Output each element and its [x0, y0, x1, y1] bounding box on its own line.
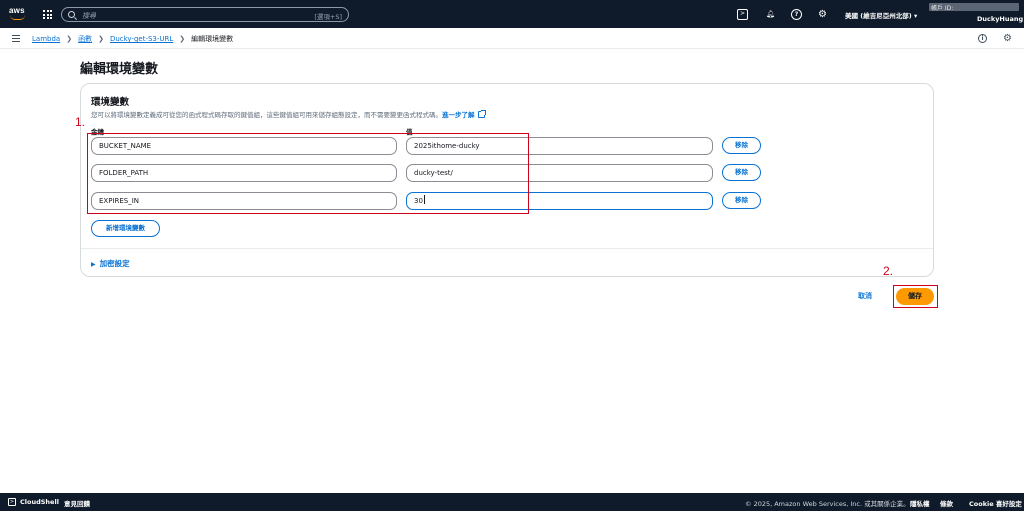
external-link-icon — [477, 110, 486, 118]
encryption-settings-label: 加密設定 — [99, 259, 130, 268]
top-navigation: aws 搜尋 [選項+S] > 🔔︎ ? ⚙ 美國 (維吉尼亞州北部) ▾ 帳戶… — [0, 0, 1024, 28]
chevron-right-icon: ❯ — [98, 35, 104, 43]
search-shortcut: [選項+S] — [314, 13, 342, 21]
panel-description: 您可以將環境變數定義成可從您的函式程式碼存取的鍵值組，這些鍵值組可用來儲存組態設… — [91, 109, 486, 119]
remove-button[interactable]: 移除 — [722, 192, 761, 209]
footer-privacy[interactable]: 隱私權 — [910, 498, 930, 508]
aws-logo[interactable]: aws — [8, 6, 28, 22]
search-icon — [68, 11, 75, 18]
menu-icon[interactable] — [12, 35, 20, 42]
annotation-box-1 — [87, 133, 529, 214]
search-input[interactable]: 搜尋 [選項+S] — [61, 7, 349, 22]
gear-icon[interactable]: ⚙ — [817, 9, 828, 20]
caret-right-icon: ▶ — [91, 261, 96, 268]
cloudshell-terminal-icon[interactable]: > — [737, 9, 748, 20]
search-placeholder: 搜尋 — [82, 12, 96, 20]
add-environment-variable-button[interactable]: 新增環境變數 — [91, 220, 160, 237]
notifications-bell-icon[interactable]: 🔔︎ — [765, 9, 776, 20]
account-id-label: 帳戶 ID: — [931, 5, 954, 12]
aws-logo-text: aws — [9, 6, 25, 15]
footer-cookie-preferences[interactable]: Cookie 喜好設定 — [969, 498, 1022, 508]
learn-more-link[interactable]: 進一步了解 — [442, 111, 475, 119]
breadcrumb-current: 編輯環境變數 — [191, 35, 234, 43]
breadcrumb-bar: Lambda ❯ 函數 ❯ Ducky-get-S3-URL ❯ 編輯環境變數 i ⚙ — [0, 28, 1024, 49]
info-icon[interactable]: i — [978, 34, 987, 43]
chevron-right-icon: ❯ — [66, 35, 73, 43]
help-icon[interactable]: ? — [791, 9, 802, 20]
page-title: 編輯環境變數 — [80, 62, 159, 77]
breadcrumb-functions[interactable]: 函數 — [78, 35, 92, 43]
remove-button[interactable]: 移除 — [722, 137, 761, 154]
footer: > CloudShell 意見回饋 © 2025, Amazon Web Ser… — [0, 493, 1024, 511]
annotation-step-2: 2. — [883, 264, 894, 278]
encryption-settings-toggle[interactable]: ▶ 加密設定 — [91, 258, 130, 269]
footer-cloudshell[interactable]: CloudShell — [20, 498, 59, 506]
panel-description-text: 您可以將環境變數定義成可從您的函式程式碼存取的鍵值組，這些鍵值組可用來儲存組態設… — [91, 111, 442, 119]
footer-feedback[interactable]: 意見回饋 — [64, 498, 90, 508]
breadcrumb: Lambda ❯ 函數 ❯ Ducky-get-S3-URL ❯ 編輯環境變數 — [32, 34, 233, 44]
services-grid-icon[interactable] — [43, 10, 52, 19]
panel-title: 環境變數 — [91, 97, 130, 108]
breadcrumb-function-name[interactable]: Ducky-get-S3-URL — [110, 35, 173, 43]
region-selector[interactable]: 美國 (維吉尼亞州北部) ▾ — [845, 10, 917, 20]
panel-divider — [81, 248, 933, 249]
aws-smile-icon — [10, 15, 25, 20]
settings-icon[interactable]: ⚙ — [1003, 33, 1012, 44]
footer-copyright: © 2025, Amazon Web Services, Inc. 或其關係企業… — [745, 500, 910, 508]
user-menu[interactable]: DuckyHuang — [977, 15, 1023, 23]
chevron-right-icon: ❯ — [179, 35, 186, 43]
annotation-step-1: 1. — [75, 115, 86, 129]
save-button[interactable]: 儲存 — [896, 288, 934, 305]
cloudshell-icon[interactable]: > — [8, 498, 16, 506]
breadcrumb-lambda[interactable]: Lambda — [32, 35, 60, 43]
footer-terms[interactable]: 條款 — [940, 498, 953, 508]
remove-button[interactable]: 移除 — [722, 164, 761, 181]
cancel-button[interactable]: 取消 — [858, 291, 872, 301]
